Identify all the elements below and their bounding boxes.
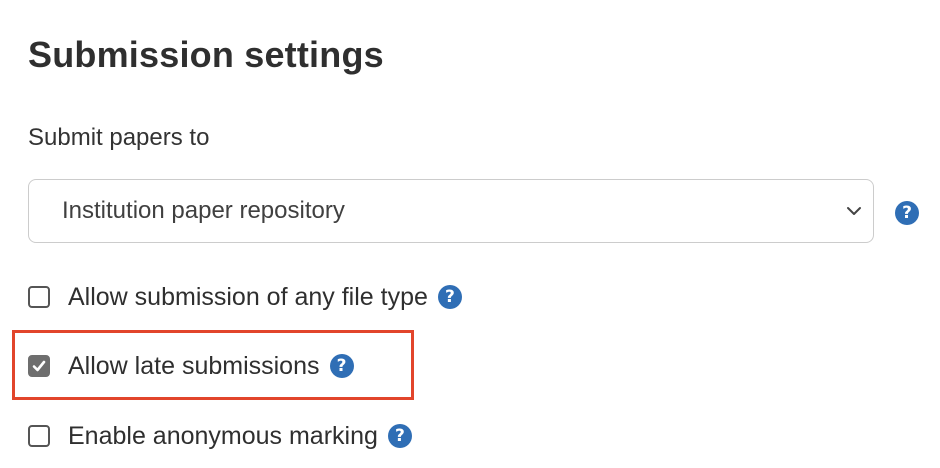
question-circle-icon[interactable]: ?: [329, 354, 354, 378]
question-circle-icon[interactable]: ?: [387, 424, 412, 448]
select-selected-value: Institution paper repository: [62, 197, 345, 224]
question-circle-icon[interactable]: ?: [895, 201, 919, 225]
submit-papers-to-select[interactable]: Institution paper repository: [28, 179, 874, 243]
option-label: Allow submission of any file type: [68, 282, 428, 311]
submit-papers-to-label: Submit papers to: [28, 124, 210, 151]
checkmark-icon: [32, 360, 46, 372]
option-anonymous-marking[interactable]: Enable anonymous marking ?: [28, 416, 412, 456]
option-any-file-type[interactable]: Allow submission of any file type ?: [28, 277, 462, 317]
chevron-down-icon: [847, 207, 861, 215]
checkbox-any-file-type[interactable]: [28, 286, 50, 308]
question-circle-icon[interactable]: ?: [437, 285, 462, 309]
option-label: Allow late submissions: [68, 351, 320, 380]
page-title: Submission settings: [28, 34, 384, 75]
checkbox-late-submissions[interactable]: [28, 355, 50, 377]
option-late-submissions[interactable]: Allow late submissions ?: [28, 346, 354, 386]
option-label: Enable anonymous marking: [68, 421, 378, 450]
checkbox-anonymous-marking[interactable]: [28, 425, 50, 447]
submission-settings-panel: Submission settings Submit papers to Ins…: [0, 0, 940, 468]
